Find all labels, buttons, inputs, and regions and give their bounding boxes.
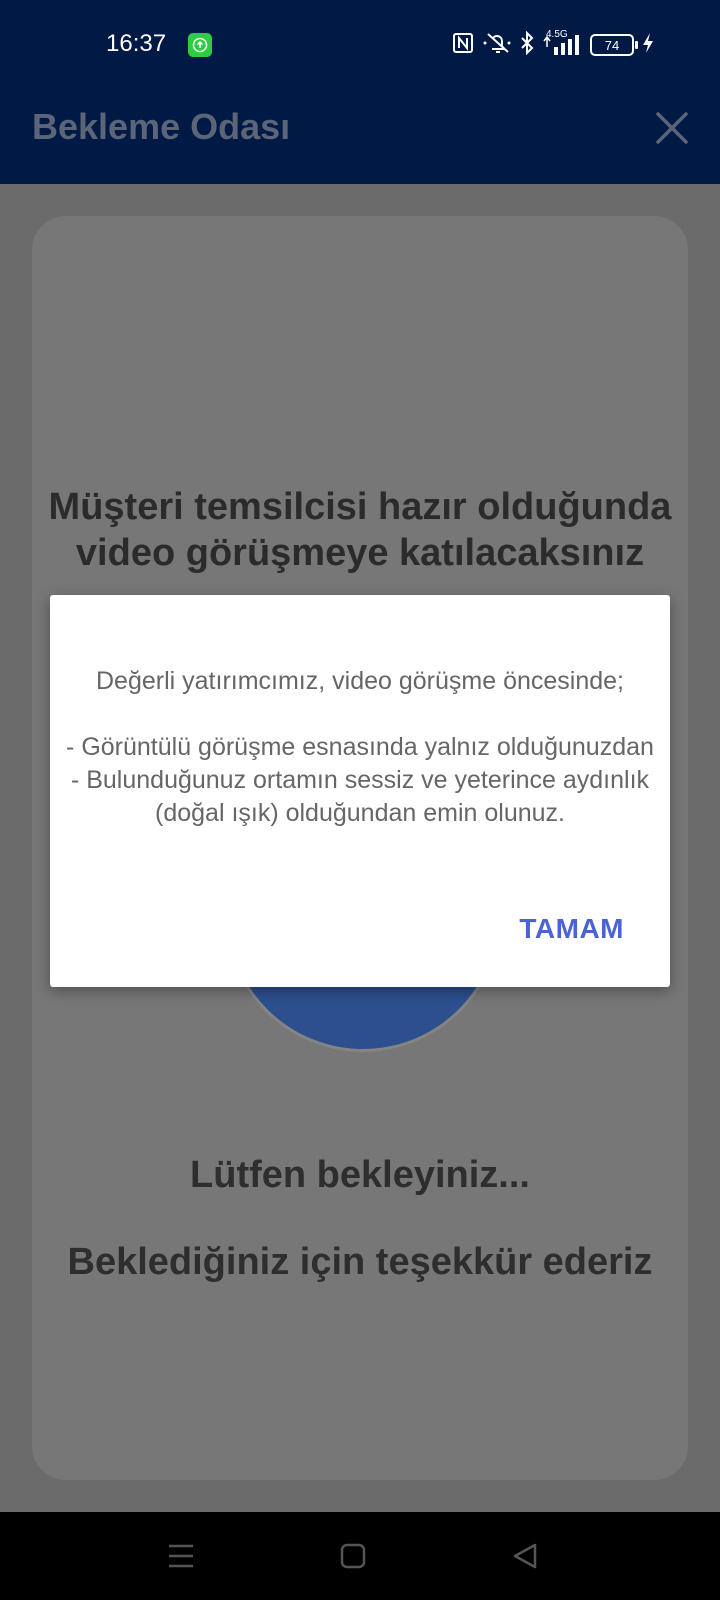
menu-icon bbox=[169, 1544, 193, 1568]
please-wait-text: Lütfen bekleyiniz... bbox=[190, 1154, 530, 1196]
back-triangle-icon bbox=[513, 1543, 537, 1569]
dialog-line-alone: - Görüntülü görüşme esnasında yalnız old… bbox=[66, 733, 654, 761]
upload-notification-icon bbox=[188, 33, 212, 57]
page-title: Bekleme Odası bbox=[32, 106, 291, 147]
close-icon bbox=[656, 112, 688, 144]
signal-icon: 4.5G bbox=[542, 29, 582, 57]
recents-button[interactable] bbox=[165, 1540, 197, 1572]
bluetooth-icon bbox=[520, 30, 534, 60]
status-bar: 16:37 4.5G 74 bbox=[0, 0, 720, 90]
info-dialog: Değerli yatırımcımız, video görüşme önce… bbox=[50, 595, 670, 987]
home-square-icon bbox=[340, 1543, 366, 1569]
waiting-heading: Müşteri temsilcisi hazır olduğunda video… bbox=[48, 486, 672, 574]
home-button[interactable] bbox=[337, 1540, 369, 1572]
status-icons: 4.5G 74 bbox=[452, 29, 654, 60]
ok-button[interactable]: TAMAM bbox=[519, 913, 624, 945]
battery-level: 74 bbox=[604, 37, 620, 53]
thanks-text: Beklediğiniz için teşekkür ederiz bbox=[67, 1241, 653, 1283]
dialog-message: Değerli yatırımcımız, video görüşme önce… bbox=[66, 665, 654, 830]
status-time: 16:37 bbox=[106, 30, 167, 57]
close-button[interactable] bbox=[652, 108, 692, 148]
app-bar: Bekleme Odası bbox=[0, 90, 720, 184]
battery-icon: 74 bbox=[590, 34, 638, 56]
mute-bell-icon bbox=[482, 31, 512, 60]
nfc-icon bbox=[452, 32, 474, 59]
system-nav-bar bbox=[0, 1512, 720, 1600]
back-button[interactable] bbox=[509, 1540, 541, 1572]
dialog-line-environment: - Bulunduğunuz ortamın sessiz ve yeterin… bbox=[70, 766, 650, 827]
dialog-line-intro: Değerli yatırımcımız, video görüşme önce… bbox=[96, 667, 624, 695]
charging-icon bbox=[642, 32, 654, 59]
